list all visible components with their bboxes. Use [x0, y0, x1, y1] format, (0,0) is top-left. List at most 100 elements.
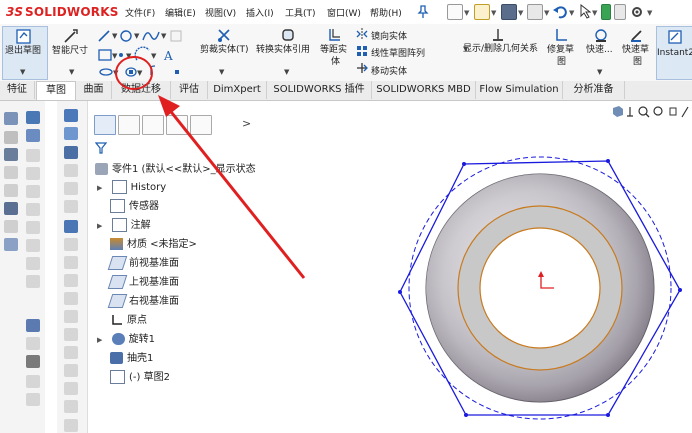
tab-dimxpert[interactable]: DimXpert: [208, 81, 267, 99]
pin-icon[interactable]: [417, 5, 429, 19]
surface-tool-icon[interactable]: [64, 400, 78, 413]
view-orientation-icon[interactable]: [613, 106, 623, 117]
chevron-down-icon[interactable]: ▼: [20, 68, 25, 76]
chevron-down-icon[interactable]: ▼: [597, 68, 602, 76]
nut-bore[interactable]: [479, 227, 601, 349]
chevron-down-icon[interactable]: ▼: [219, 68, 224, 76]
chevron-down-icon[interactable]: ▼: [69, 68, 74, 76]
feature-tool-icon[interactable]: [26, 129, 40, 142]
tree-item-right-plane[interactable]: 右视基准面: [107, 294, 179, 310]
feature-tool-icon[interactable]: [26, 149, 40, 162]
trim-entities-label[interactable]: 剪裁实体(T): [200, 45, 249, 56]
gear-icon[interactable]: [630, 5, 644, 19]
featuremanager-tree-icon[interactable]: [94, 115, 116, 135]
sketch-tool-icon[interactable]: [4, 148, 18, 161]
rebuild-icon[interactable]: [601, 4, 611, 20]
zoom-icon[interactable]: [638, 106, 648, 116]
tab-evaluate[interactable]: 评估: [171, 81, 208, 99]
expand-arrow-icon[interactable]: ▶: [97, 336, 102, 344]
tab-data-migration[interactable]: 数据迁移: [112, 81, 171, 99]
feature-tool-icon[interactable]: [26, 393, 40, 406]
offset-entities-label[interactable]: 等距实: [320, 45, 347, 56]
repair-sketch-label[interactable]: 修复草: [547, 45, 574, 56]
surface-tool-icon[interactable]: [64, 220, 78, 233]
expand-arrow-icon[interactable]: ▶: [97, 222, 102, 230]
surface-tool-icon[interactable]: [64, 328, 78, 341]
sketch-tool-icon[interactable]: [4, 238, 18, 251]
sketch-tool-icon[interactable]: [4, 202, 18, 215]
convert-entities-label[interactable]: 转换实体引用: [256, 45, 310, 56]
quick-snaps-label[interactable]: 快速...: [586, 45, 613, 56]
feature-tool-icon[interactable]: [26, 111, 40, 124]
tab-simulation-prep[interactable]: 分析准备: [563, 81, 625, 99]
sketch-tool-icon[interactable]: [4, 184, 18, 197]
surface-tool-icon[interactable]: [64, 364, 78, 377]
menu-view[interactable]: 视图(V): [205, 6, 236, 19]
tree-item-shell1[interactable]: 抽壳1: [110, 351, 153, 367]
tree-item-revolve1[interactable]: ▶ 旋转1: [97, 332, 155, 348]
feature-tool-icon[interactable]: [26, 203, 40, 216]
tree-item-sketch2[interactable]: (-) 草图2: [110, 370, 170, 386]
undo-icon[interactable]: [553, 5, 567, 19]
smart-dimension-icon[interactable]: [63, 28, 79, 44]
tab-solidworks-mbd[interactable]: SOLIDWORKS MBD: [372, 81, 476, 99]
rapid-sketch-label[interactable]: 快速草: [622, 45, 649, 56]
file-properties-icon[interactable]: [614, 4, 626, 20]
surface-tool-icon[interactable]: [64, 310, 78, 323]
trim-entities-icon[interactable]: [216, 27, 232, 43]
rapid-sketch-label-2[interactable]: 图: [633, 57, 642, 68]
chevron-down-icon[interactable]: ▼: [491, 9, 496, 17]
tab-surfaces[interactable]: 曲面: [76, 81, 112, 99]
tab-sketch[interactable]: 草图: [36, 81, 76, 100]
section-view-icon[interactable]: [627, 107, 633, 117]
surface-tool-icon[interactable]: [64, 419, 78, 432]
display-relations-icon[interactable]: [490, 27, 506, 43]
menu-file[interactable]: 文件(F): [125, 6, 155, 19]
tab-features[interactable]: 特征: [0, 81, 35, 99]
feature-tool-icon[interactable]: [26, 167, 40, 180]
chevron-down-icon[interactable]: ▼: [284, 68, 289, 76]
save-icon[interactable]: [501, 4, 517, 20]
feature-tool-icon[interactable]: [26, 185, 40, 198]
offset-entities-icon[interactable]: [327, 27, 343, 43]
menu-help[interactable]: 帮助(H): [370, 6, 402, 19]
move-entities-icon[interactable]: [356, 62, 368, 74]
display-manager-icon[interactable]: [190, 115, 212, 135]
mirror-entities-label[interactable]: 镜向实体: [371, 29, 407, 42]
feature-tool-icon[interactable]: [26, 375, 40, 388]
offset-entities-label-2[interactable]: 体: [331, 57, 340, 68]
chevron-down-icon[interactable]: ▼: [647, 9, 652, 17]
chevron-down-icon[interactable]: ▼: [544, 9, 549, 17]
sketch-tool-icon[interactable]: [4, 166, 18, 179]
smart-dimension-label[interactable]: 智能尺寸: [52, 46, 88, 57]
filter-icon[interactable]: [95, 142, 107, 154]
rapid-sketch-icon[interactable]: [629, 27, 645, 43]
display-relations-label[interactable]: 显示/删除几何关系: [463, 44, 538, 55]
surface-tool-icon[interactable]: [64, 109, 78, 122]
surface-tool-icon[interactable]: [64, 238, 78, 251]
surface-tool-icon[interactable]: [64, 200, 78, 213]
expand-arrow-icon[interactable]: ▶: [97, 184, 102, 192]
surface-tool-icon[interactable]: [64, 182, 78, 195]
menu-tools[interactable]: 工具(T): [285, 6, 316, 19]
new-document-icon[interactable]: [447, 4, 463, 20]
open-folder-icon[interactable]: [474, 4, 490, 20]
surface-tool-icon[interactable]: [64, 346, 78, 359]
quick-snaps-icon[interactable]: [593, 27, 609, 43]
select-arrow-icon[interactable]: [579, 4, 591, 19]
tree-item-top-plane[interactable]: 上视基准面: [107, 275, 179, 291]
tree-root-part[interactable]: 零件1 (默认<<默认>_显示状态: [95, 162, 256, 178]
feature-tool-icon[interactable]: [26, 257, 40, 270]
repair-sketch-icon[interactable]: [554, 27, 570, 43]
surface-tool-icon[interactable]: [64, 274, 78, 287]
model-view[interactable]: [262, 101, 692, 433]
linear-pattern-label[interactable]: 线性草图阵列: [371, 46, 425, 59]
feature-tool-icon[interactable]: [26, 239, 40, 252]
chevron-down-icon[interactable]: ▼: [463, 45, 468, 53]
surface-tool-icon[interactable]: [64, 127, 78, 140]
zoom-area-icon[interactable]: [653, 106, 663, 116]
sketch-tool-icon[interactable]: [4, 220, 18, 233]
chevron-down-icon[interactable]: ▼: [518, 9, 523, 17]
surface-tool-icon[interactable]: [64, 382, 78, 395]
tree-item-history[interactable]: ▶ History: [97, 180, 166, 196]
